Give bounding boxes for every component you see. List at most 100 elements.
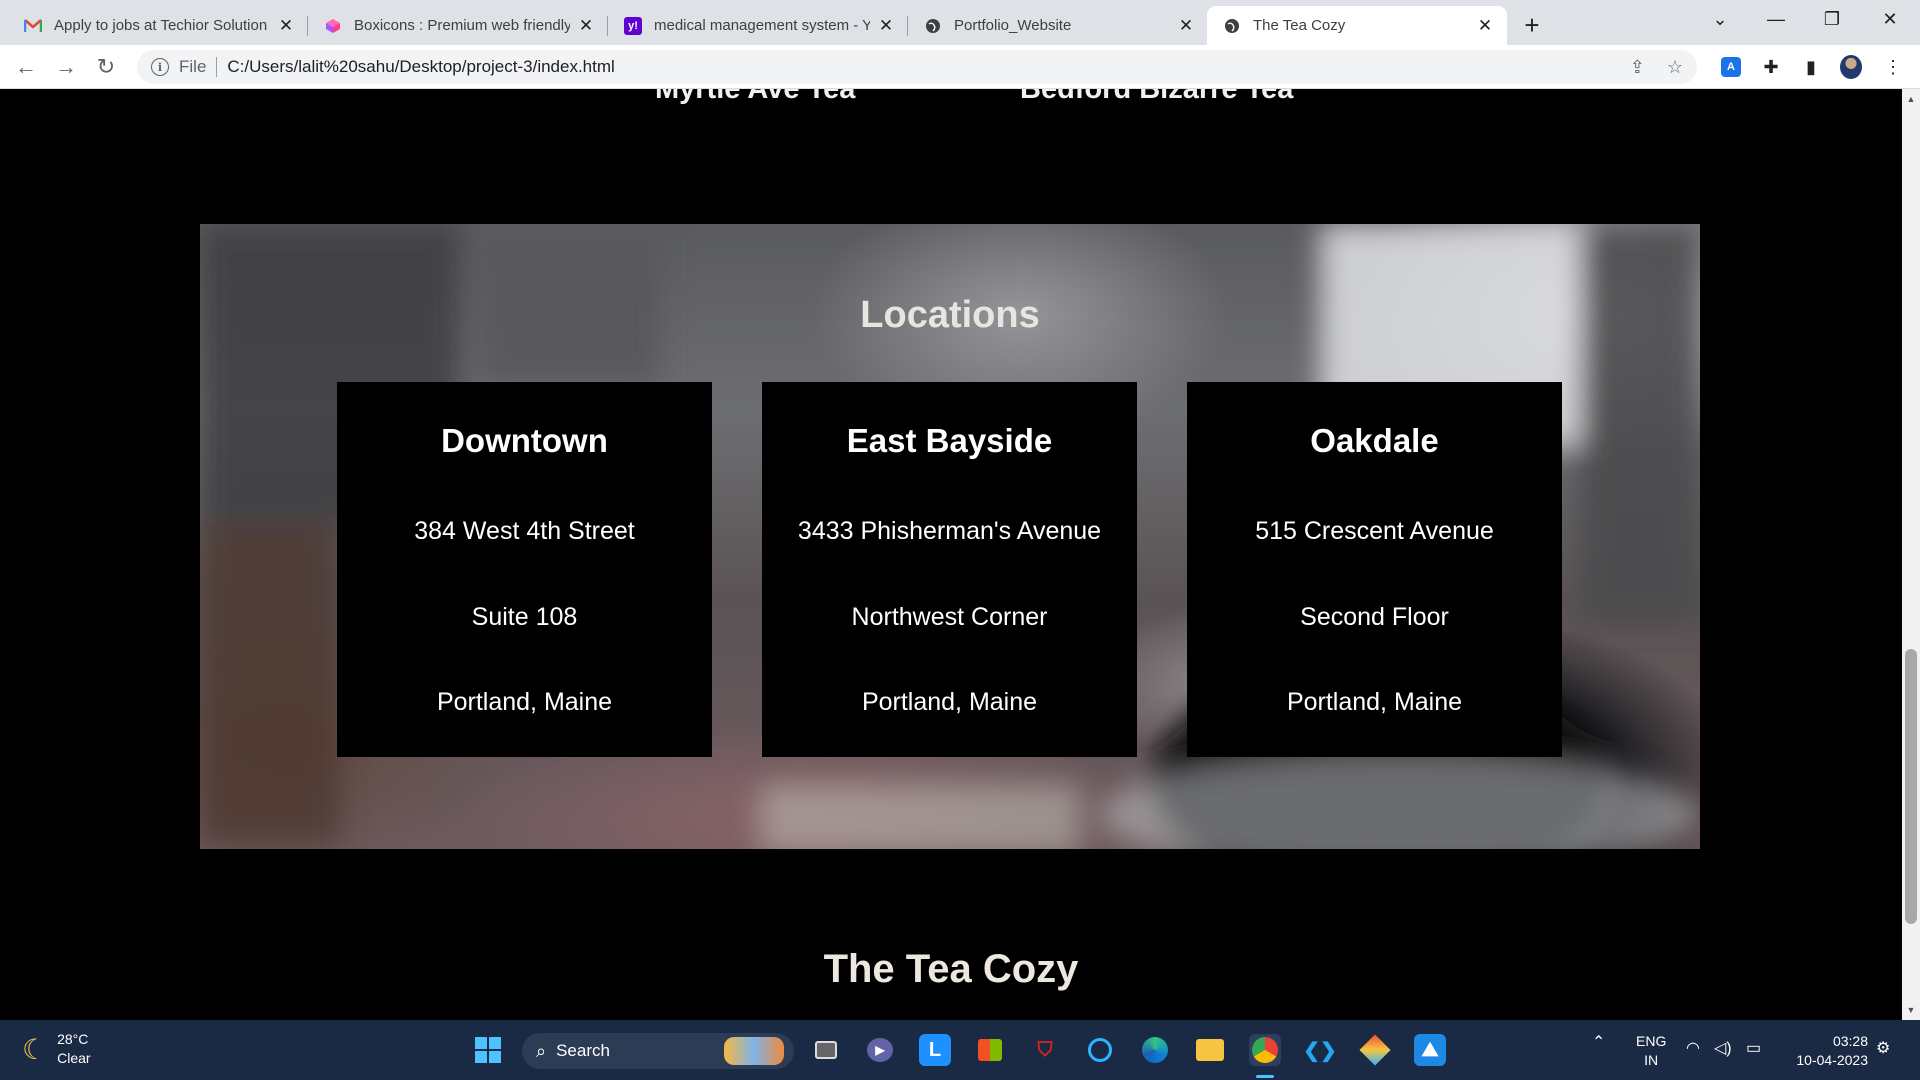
weather-temp: 28°C xyxy=(57,1031,89,1047)
close-icon[interactable]: ✕ xyxy=(1176,16,1196,36)
location-card: Oakdale 515 Crescent Avenue Second Floor… xyxy=(1187,382,1562,757)
language-code: ENG xyxy=(1636,1033,1667,1049)
address-bar[interactable]: i File C:/Users/lalit%20sahu/Desktop/pro… xyxy=(137,50,1697,84)
address-divider xyxy=(216,57,218,77)
file-explorer-icon[interactable] xyxy=(1194,1034,1226,1066)
vscode-icon[interactable]: ❮❯ xyxy=(1303,1034,1337,1066)
tab-title: The Tea Cozy xyxy=(1253,17,1346,34)
minimize-button[interactable]: — xyxy=(1748,0,1804,38)
avatar[interactable] xyxy=(1840,55,1862,79)
volume-icon[interactable]: ◁) xyxy=(1714,1038,1732,1058)
extensions-puzzle-icon[interactable]: ✚ xyxy=(1760,56,1782,78)
chrome-icon[interactable] xyxy=(1249,1034,1281,1066)
tab-title: medical management system - Yo xyxy=(654,17,870,34)
location-city: Portland, Maine xyxy=(436,688,613,716)
clock-date: 10-04-2023 xyxy=(1796,1052,1868,1068)
language-indicator[interactable]: ENG IN xyxy=(1636,1032,1666,1070)
prev-card-title: Myrtle Ave Tea xyxy=(655,89,856,105)
tab-tea-cozy[interactable]: The Tea Cozy ✕ xyxy=(1207,6,1507,45)
tab-search-dropdown-icon[interactable]: ⌄ xyxy=(1692,0,1748,38)
tab-yahoo[interactable]: y! medical management system - Yo ✕ xyxy=(608,6,908,45)
side-panel-icon[interactable]: ▮ xyxy=(1800,56,1822,78)
teams-chat-icon[interactable]: ▶ xyxy=(864,1034,896,1066)
new-tab-button[interactable]: + xyxy=(1515,8,1549,42)
footer-title-text: The Tea Cozy xyxy=(823,947,1079,991)
taskbar-search[interactable]: ⌕ Search xyxy=(522,1033,794,1069)
active-app-indicator xyxy=(1256,1075,1274,1078)
battery-icon[interactable]: ▭ xyxy=(1746,1038,1761,1058)
location-address-line: 515 Crescent Avenue xyxy=(1255,517,1494,545)
location-city: Portland, Maine xyxy=(1286,688,1463,716)
info-icon[interactable]: i xyxy=(151,58,169,76)
taskbar-search-label: Search xyxy=(556,1041,610,1060)
location-card: Downtown 384 West 4th Street Suite 108 P… xyxy=(337,382,712,757)
close-icon[interactable]: ✕ xyxy=(876,16,896,36)
taskbar-clock[interactable]: 03:28 10-04-2023 xyxy=(1796,1032,1868,1070)
close-icon[interactable]: ✕ xyxy=(276,16,296,36)
location-city: Portland, Maine xyxy=(861,688,1038,716)
boxicons-icon xyxy=(324,17,342,35)
close-icon[interactable]: ✕ xyxy=(576,16,596,36)
globe-icon xyxy=(924,17,942,35)
address-url[interactable]: C:/Users/lalit%20sahu/Desktop/project-3/… xyxy=(227,57,614,77)
gmail-icon xyxy=(24,17,42,35)
forward-button[interactable]: → xyxy=(50,51,82,83)
photos-icon[interactable]: ⛰ xyxy=(1414,1034,1446,1066)
page-scrollbar[interactable]: ▲ ▼ xyxy=(1902,89,1920,1020)
footer-title: The Tea Cozy xyxy=(0,947,1902,992)
close-window-button[interactable]: ✕ xyxy=(1862,0,1918,38)
location-address-line: Northwest Corner xyxy=(851,603,1048,631)
tray-overflow-icon[interactable]: ⌃ xyxy=(1592,1032,1605,1052)
moon-icon: ☾ xyxy=(22,1033,48,1065)
location-address-line: Second Floor xyxy=(1300,603,1449,631)
clock-time: 03:28 xyxy=(1832,1033,1868,1049)
language-region: IN xyxy=(1644,1052,1659,1068)
locations-section: Locations Downtown 384 West 4th Street S… xyxy=(200,224,1700,849)
scroll-up-arrow-icon[interactable]: ▲ xyxy=(1902,91,1920,107)
restore-button[interactable]: ❐ xyxy=(1804,0,1860,38)
prev-card-title: Bedford Bizarre Tea xyxy=(1020,89,1294,105)
location-name: Downtown xyxy=(441,422,608,459)
share-icon[interactable]: ⇪ xyxy=(1630,57,1645,78)
search-highlight-image xyxy=(724,1037,784,1065)
tab-title: Portfolio_Website xyxy=(954,17,1072,34)
location-card: East Bayside 3433 Phisherman's Avenue No… xyxy=(762,382,1137,757)
yahoo-icon: y! xyxy=(624,16,642,35)
location-name: Oakdale xyxy=(1310,422,1439,459)
scrollbar-thumb[interactable] xyxy=(1905,649,1917,924)
back-button[interactable]: ← xyxy=(10,51,42,83)
search-icon: ⌕ xyxy=(536,1040,547,1061)
tab-title: Boxicons : Premium web friendly xyxy=(354,17,570,34)
mcafee-icon[interactable]: ⛉ xyxy=(1029,1034,1061,1066)
lens-app-icon[interactable]: L xyxy=(919,1034,951,1066)
tab-portfolio[interactable]: Portfolio_Website ✕ xyxy=(908,6,1208,45)
location-address-line: Suite 108 xyxy=(471,603,578,631)
tab-boxicons[interactable]: Boxicons : Premium web friendly ✕ xyxy=(308,6,608,45)
notifications-icon[interactable]: ⚙ xyxy=(1876,1038,1890,1058)
tab-gmail[interactable]: Apply to jobs at Techior Solution ✕ xyxy=(8,6,308,45)
cortana-icon[interactable] xyxy=(1084,1034,1116,1066)
windows-start-icon[interactable] xyxy=(472,1034,504,1066)
git-icon[interactable] xyxy=(1359,1034,1391,1066)
edge-icon[interactable] xyxy=(1139,1034,1171,1066)
scroll-down-arrow-icon[interactable]: ▼ xyxy=(1902,1002,1920,1018)
page-viewport: Myrtle Ave Tea Bedford Bizarre Tea Locat… xyxy=(0,89,1902,1020)
globe-icon xyxy=(1223,17,1241,35)
bookmark-star-icon[interactable]: ☆ xyxy=(1667,57,1683,78)
more-menu-icon[interactable]: ⋮ xyxy=(1882,56,1904,78)
microsoft-store-icon[interactable] xyxy=(974,1034,1006,1066)
address-scheme: File xyxy=(179,57,207,76)
wifi-icon[interactable]: ◠ xyxy=(1686,1038,1700,1058)
reload-button[interactable]: ↻ xyxy=(90,51,122,83)
close-icon[interactable]: ✕ xyxy=(1475,16,1495,36)
weather-condition: Clear xyxy=(57,1050,91,1066)
location-name: East Bayside xyxy=(846,422,1053,459)
location-address-line: 384 West 4th Street xyxy=(414,517,635,545)
task-view-icon[interactable] xyxy=(810,1034,842,1066)
extension-icon[interactable]: A xyxy=(1720,56,1742,78)
weather-widget[interactable]: ☾ 28°C Clear xyxy=(22,1030,91,1068)
browser-tab-strip: Apply to jobs at Techior Solution ✕ Boxi… xyxy=(0,0,1920,45)
windows-taskbar: ☾ 28°C Clear ⌕ Search ▶ L ⛉ ❮❯ ⛰ ⌃ ENG I… xyxy=(0,1020,1920,1080)
locations-heading: Locations xyxy=(860,294,1040,336)
browser-toolbar: ← → ↻ i File C:/Users/lalit%20sahu/Deskt… xyxy=(0,45,1920,89)
